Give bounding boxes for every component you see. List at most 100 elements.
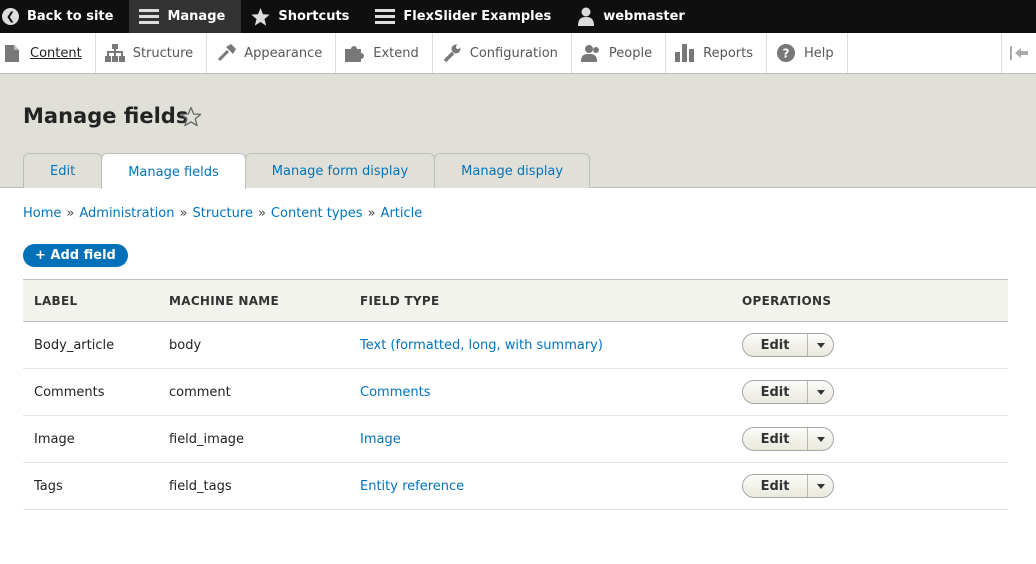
tray-item-label: People	[608, 45, 653, 61]
wrench-icon	[442, 44, 462, 62]
tray-item-label: Content	[30, 45, 82, 61]
operations-dropbutton: Edit	[742, 427, 834, 451]
fields-table: LABEL MACHINE NAME FIELD TYPE OPERATIONS…	[23, 279, 1008, 510]
table-row: Comments comment Comments Edit	[23, 368, 1008, 416]
edit-button[interactable]: Edit	[743, 334, 808, 356]
tray-item-people[interactable]: People	[572, 33, 667, 73]
breadcrumb-separator: »	[367, 206, 376, 221]
field-type-cell: Image	[360, 415, 742, 463]
dropbutton-toggle[interactable]	[808, 381, 833, 403]
admin-toolbar: ❮ Back to site Manage Shortcuts FlexSlid…	[0, 0, 1036, 33]
svg-text:?: ?	[783, 47, 790, 61]
tray-spacer	[848, 33, 1001, 73]
breadcrumb-separator: »	[66, 206, 75, 221]
favorite-star-icon[interactable]	[180, 106, 202, 128]
tray-item-label: Help	[804, 45, 834, 61]
field-type-link[interactable]: Comments	[360, 385, 430, 400]
caret-down-icon	[816, 483, 825, 489]
tab-manage-display[interactable]: Manage display	[434, 153, 591, 188]
edit-button[interactable]: Edit	[743, 428, 808, 450]
user-tab[interactable]: webmaster	[567, 0, 697, 33]
manage-tab[interactable]: Manage	[129, 0, 242, 33]
primary-tabs: Edit Manage fields Manage form display M…	[23, 153, 591, 189]
tray-item-reports[interactable]: Reports	[666, 33, 767, 73]
breadcrumb-structure[interactable]: Structure	[192, 206, 252, 221]
hamburger-icon	[375, 9, 396, 24]
breadcrumb-article[interactable]: Article	[381, 206, 423, 221]
tab-edit[interactable]: Edit	[23, 153, 103, 188]
operations-dropbutton: Edit	[742, 333, 834, 357]
field-label: Image	[23, 415, 169, 463]
column-header-operations: OPERATIONS	[742, 279, 1008, 322]
flexslider-examples-tab[interactable]: FlexSlider Examples	[365, 0, 567, 33]
tray-item-label: Structure	[132, 45, 194, 61]
operations-cell: Edit	[742, 321, 1008, 369]
tray-item-content[interactable]: Content	[0, 33, 96, 73]
operations-cell: Edit	[742, 462, 1008, 510]
field-type-cell: Entity reference	[360, 462, 742, 510]
manage-label: Manage	[167, 9, 226, 24]
tray-item-label: Extend	[373, 45, 419, 61]
tray-item-help[interactable]: ? Help	[767, 33, 848, 73]
flexslider-examples-label: FlexSlider Examples	[403, 9, 552, 24]
bar-chart-icon	[675, 44, 695, 62]
breadcrumb-home[interactable]: Home	[23, 206, 61, 221]
column-header-machine-name: MACHINE NAME	[169, 279, 360, 322]
page-header: Manage fields Edit Manage fields Manage …	[0, 74, 1036, 189]
tray-item-extend[interactable]: Extend	[336, 33, 433, 73]
tab-manage-form-display[interactable]: Manage form display	[244, 153, 436, 188]
operations-cell: Edit	[742, 368, 1008, 416]
people-icon	[580, 44, 601, 62]
table-row: Image field_image Image Edit	[23, 415, 1008, 463]
tray-item-structure[interactable]: Structure	[96, 33, 208, 73]
field-machine-name: field_image	[169, 415, 360, 463]
star-icon	[251, 7, 270, 26]
tab-manage-fields[interactable]: Manage fields	[101, 153, 246, 189]
help-icon: ?	[776, 44, 796, 62]
user-label: webmaster	[603, 9, 685, 24]
breadcrumb-administration[interactable]: Administration	[79, 206, 174, 221]
tray-item-appearance[interactable]: Appearance	[207, 33, 337, 73]
field-label: Comments	[23, 368, 169, 416]
operations-dropbutton: Edit	[742, 474, 834, 498]
tray-item-label: Configuration	[469, 45, 558, 61]
extend-icon	[345, 44, 365, 62]
field-machine-name: field_tags	[169, 462, 360, 510]
add-field-button[interactable]: + Add field	[23, 244, 128, 267]
field-label: Tags	[23, 462, 169, 510]
field-type-link[interactable]: Text (formatted, long, with summary)	[360, 338, 603, 353]
back-to-site-label: Back to site	[27, 9, 114, 24]
back-to-site-link[interactable]: ❮ Back to site	[0, 0, 129, 33]
collapse-left-icon	[1010, 46, 1028, 60]
field-type-link[interactable]: Entity reference	[360, 479, 464, 494]
tray-item-configuration[interactable]: Configuration	[433, 33, 572, 73]
field-machine-name: body	[169, 321, 360, 369]
content-icon	[2, 44, 22, 62]
column-header-label: LABEL	[23, 279, 169, 322]
back-arrow-icon: ❮	[2, 8, 19, 25]
column-header-field-type: FIELD TYPE	[360, 279, 742, 322]
edit-button[interactable]: Edit	[743, 381, 808, 403]
caret-down-icon	[816, 389, 825, 395]
appearance-icon	[216, 44, 236, 62]
shortcuts-tab[interactable]: Shortcuts	[241, 0, 365, 33]
tray-item-label: Appearance	[244, 45, 323, 61]
operations-cell: Edit	[742, 415, 1008, 463]
admin-tray: Content Structure Appearance Extend Conf…	[0, 33, 1036, 74]
dropbutton-toggle[interactable]	[808, 428, 833, 450]
table-row: Body_article body Text (formatted, long,…	[23, 321, 1008, 369]
field-type-link[interactable]: Image	[360, 432, 401, 447]
table-header-row: LABEL MACHINE NAME FIELD TYPE OPERATIONS	[23, 279, 1008, 322]
field-label: Body_article	[23, 321, 169, 369]
operations-dropbutton: Edit	[742, 380, 834, 404]
breadcrumb-content-types[interactable]: Content types	[271, 206, 363, 221]
table-row: Tags field_tags Entity reference Edit	[23, 462, 1008, 510]
field-type-cell: Comments	[360, 368, 742, 416]
edit-button[interactable]: Edit	[743, 475, 808, 497]
field-machine-name: comment	[169, 368, 360, 416]
field-type-cell: Text (formatted, long, with summary)	[360, 321, 742, 369]
dropbutton-toggle[interactable]	[808, 334, 833, 356]
tray-orientation-toggle[interactable]	[1001, 33, 1036, 73]
dropbutton-toggle[interactable]	[808, 475, 833, 497]
tray-item-label: Reports	[703, 45, 753, 61]
